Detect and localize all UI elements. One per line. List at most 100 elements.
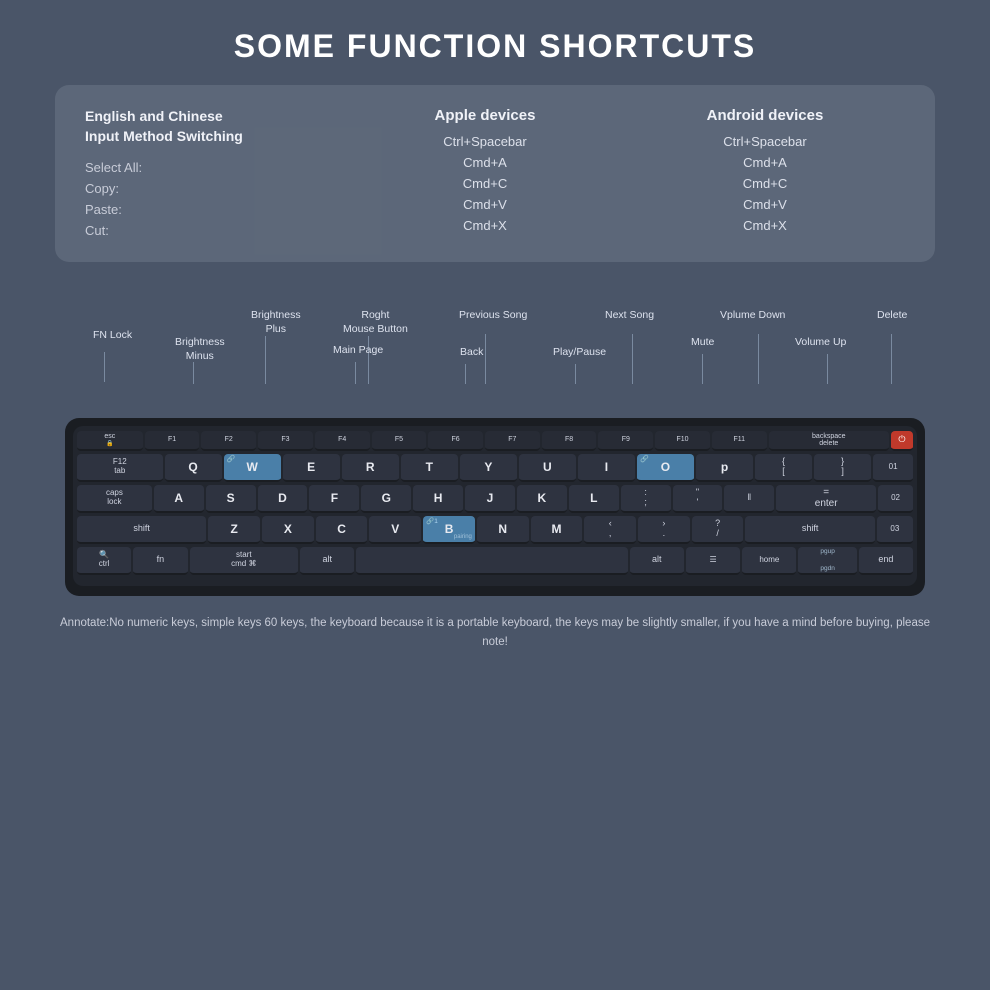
- line-previous-song: [485, 334, 486, 384]
- key-l[interactable]: L: [569, 485, 619, 513]
- key-f9[interactable]: F9: [598, 431, 653, 451]
- key-f5[interactable]: F5: [372, 431, 427, 451]
- key-i[interactable]: I: [578, 454, 635, 482]
- key-n[interactable]: N: [477, 516, 529, 544]
- key-e[interactable]: E: [283, 454, 340, 482]
- key-02[interactable]: 02: [878, 485, 913, 513]
- key-bracket-open[interactable]: {[: [755, 454, 812, 482]
- key-caps[interactable]: capslock: [77, 485, 152, 513]
- key-backspace[interactable]: backspacedelete: [769, 431, 889, 451]
- key-bracket-close[interactable]: }]: [814, 454, 871, 482]
- key-end[interactable]: end: [859, 547, 913, 575]
- key-q[interactable]: Q: [165, 454, 222, 482]
- key-start[interactable]: startcmd ⌘: [190, 547, 299, 575]
- key-shift-right[interactable]: shift: [745, 516, 874, 544]
- key-t[interactable]: T: [401, 454, 458, 482]
- key-semicolon[interactable]: :;: [621, 485, 671, 513]
- key-p[interactable]: p: [696, 454, 753, 482]
- key-f3[interactable]: F3: [258, 431, 313, 451]
- key-f11[interactable]: F11: [712, 431, 767, 451]
- android-row1: Cmd+A: [625, 155, 905, 170]
- key-01[interactable]: 01: [873, 454, 913, 482]
- apple-row0: Ctrl+Spacebar: [345, 134, 625, 149]
- apple-row2: Cmd+C: [345, 176, 625, 191]
- label-next-song: Next Song: [605, 309, 654, 323]
- label-mute: Mute: [691, 336, 714, 350]
- android-row3: Cmd+V: [625, 197, 905, 212]
- android-row0: Ctrl+Spacebar: [625, 134, 905, 149]
- key-03[interactable]: 03: [877, 516, 913, 544]
- key-z[interactable]: Z: [208, 516, 260, 544]
- col2-header: Apple devices: [345, 107, 625, 124]
- key-c[interactable]: C: [316, 516, 368, 544]
- line-main-page: [355, 362, 356, 384]
- line-back: [465, 364, 466, 384]
- key-shift-left[interactable]: shift: [77, 516, 206, 544]
- col3-header: Android devices: [625, 107, 905, 124]
- key-f6[interactable]: F6: [428, 431, 483, 451]
- key-gt[interactable]: ›.: [638, 516, 690, 544]
- key-r[interactable]: R: [342, 454, 399, 482]
- zxcv-row: shift Z X C V 🔗1 B pairing N M ‹, ›. ?/ …: [77, 516, 913, 544]
- key-question[interactable]: ?/: [692, 516, 744, 544]
- key-alt-right[interactable]: alt: [630, 547, 684, 575]
- key-f4[interactable]: F4: [315, 431, 370, 451]
- key-ctrl[interactable]: 🔍ctrl: [77, 547, 131, 575]
- key-pgup-pgdn[interactable]: pgup pgdn: [798, 547, 856, 575]
- key-y[interactable]: Y: [460, 454, 517, 482]
- shortcuts-table: English and ChineseInput Method Switchin…: [55, 85, 935, 262]
- key-o[interactable]: 🔗 O: [637, 454, 694, 482]
- line-brightness-plus: [265, 336, 266, 384]
- android-row2: Cmd+C: [625, 176, 905, 191]
- key-f[interactable]: F: [309, 485, 359, 513]
- key-quote[interactable]: "': [673, 485, 723, 513]
- key-j[interactable]: J: [465, 485, 515, 513]
- key-h[interactable]: H: [413, 485, 463, 513]
- label-back: Back: [460, 346, 483, 360]
- key-power[interactable]: ⏻: [891, 431, 913, 451]
- key-w[interactable]: 🔗 W: [224, 454, 281, 482]
- key-menu[interactable]: ☰: [686, 547, 740, 575]
- key-alt-left[interactable]: alt: [300, 547, 354, 575]
- label-volume-down: Vplume Down: [720, 309, 785, 323]
- line-volume-down: [758, 334, 759, 384]
- key-spacebar[interactable]: [356, 547, 627, 575]
- line-fn-lock: [104, 352, 105, 382]
- key-f7[interactable]: F7: [485, 431, 540, 451]
- key-lt[interactable]: ‹,: [584, 516, 636, 544]
- fn-row: esc🔒 F1 F2 F3 F4 F5 F6 F7 F8 F9 F10 F11 …: [77, 431, 913, 451]
- line-play-pause: [575, 364, 576, 384]
- keyboard-inner: esc🔒 F1 F2 F3 F4 F5 F6 F7 F8 F9 F10 F11 …: [73, 426, 917, 586]
- key-fn[interactable]: fn: [133, 547, 187, 575]
- line-delete: [891, 334, 892, 384]
- line-volume-up: [827, 354, 828, 384]
- key-enter[interactable]: =enter: [776, 485, 876, 513]
- col1-header: English and ChineseInput Method Switchin…: [85, 107, 335, 146]
- key-pipe[interactable]: ‖: [724, 485, 774, 513]
- key-f10[interactable]: F10: [655, 431, 710, 451]
- key-m[interactable]: M: [531, 516, 583, 544]
- key-v[interactable]: V: [369, 516, 421, 544]
- key-u[interactable]: U: [519, 454, 576, 482]
- line-mute: [702, 354, 703, 384]
- key-f2[interactable]: F2: [201, 431, 256, 451]
- key-s[interactable]: S: [206, 485, 256, 513]
- key-f1[interactable]: F1: [145, 431, 200, 451]
- key-a[interactable]: A: [154, 485, 204, 513]
- apple-row3: Cmd+V: [345, 197, 625, 212]
- key-g[interactable]: G: [361, 485, 411, 513]
- key-f8[interactable]: F8: [542, 431, 597, 451]
- key-esc[interactable]: esc🔒: [77, 431, 143, 451]
- key-home[interactable]: home: [742, 547, 796, 575]
- row-label-selectall: Select All:: [85, 160, 335, 175]
- key-d[interactable]: D: [258, 485, 308, 513]
- key-b[interactable]: 🔗1 B pairing: [423, 516, 475, 544]
- row-label-cut: Cut:: [85, 223, 335, 238]
- key-x[interactable]: X: [262, 516, 314, 544]
- label-play-pause: Play/Pause: [553, 346, 606, 360]
- key-tab[interactable]: F12tab: [77, 454, 163, 482]
- apple-row1: Cmd+A: [345, 155, 625, 170]
- label-brightness-minus: BrightnessMinus: [175, 336, 225, 363]
- keyboard-body: esc🔒 F1 F2 F3 F4 F5 F6 F7 F8 F9 F10 F11 …: [65, 418, 925, 596]
- key-k[interactable]: K: [517, 485, 567, 513]
